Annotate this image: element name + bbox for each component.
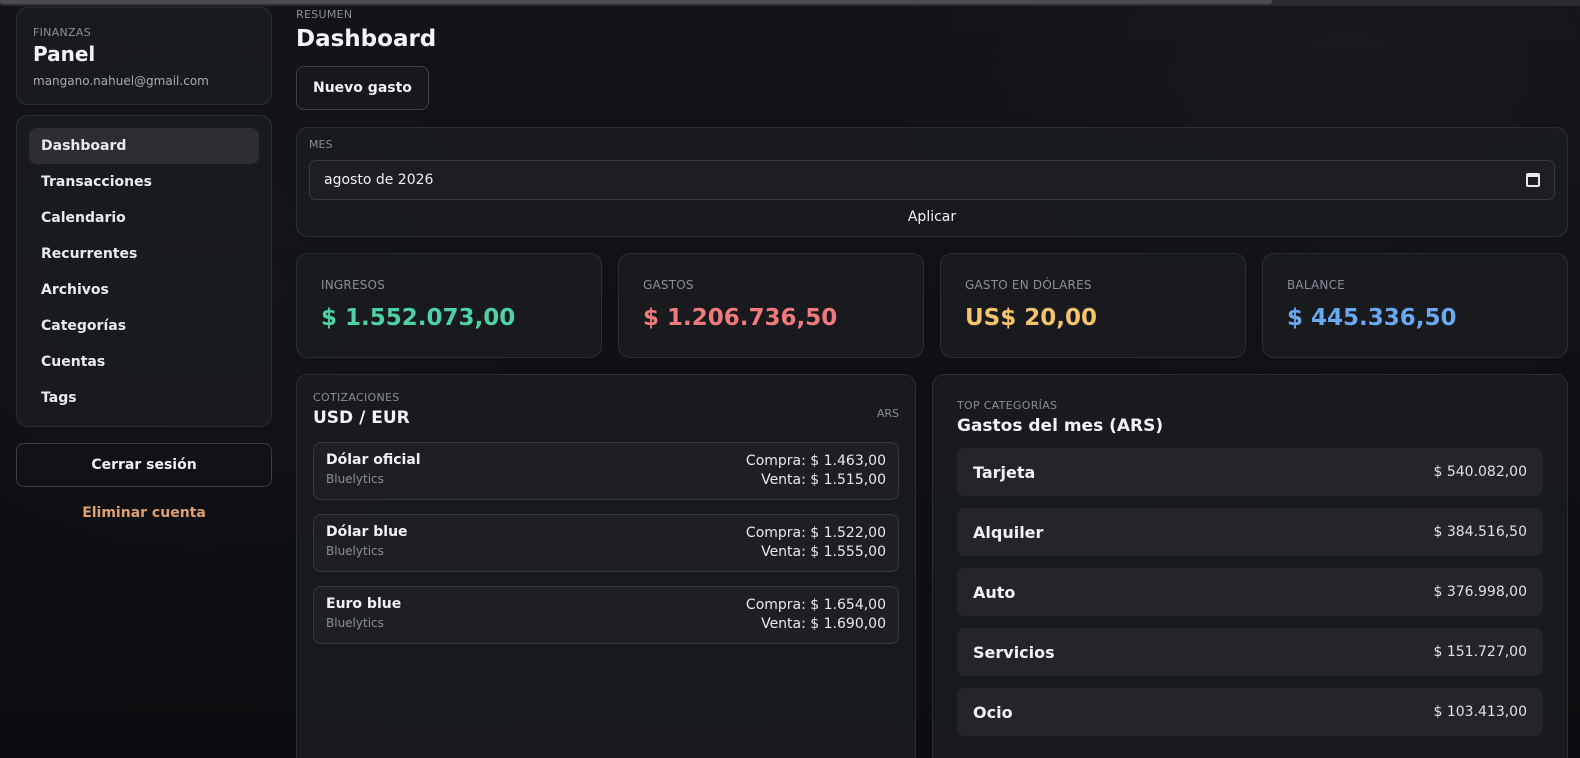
quote-sell: Venta: $ 1.555,00 [761,544,886,560]
stat-value: $ 1.206.736,50 [643,305,838,331]
stat-label: INGRESOS [321,278,386,292]
quote-buy: Compra: $ 1.463,00 [745,453,886,469]
new-expense-button[interactable]: Nuevo gasto [296,66,429,110]
sidebar-item-archivos[interactable]: Archivos [29,272,259,308]
category-amount: $ 540.082,00 [1433,464,1527,480]
brand-eyebrow: FINANZAS [33,26,91,39]
category-name: Servicios [973,642,1055,662]
quote-buy: Compra: $ 1.654,00 [745,597,886,613]
quote-source: Bluelytics [326,472,384,486]
bottom-row: COTIZACIONES USD / EUR ARS Dólar oficial… [296,374,1568,758]
month-value: agosto de 2026 [324,172,434,188]
quote-source: Bluelytics [326,616,384,630]
stat-gasto-dolares: GASTO EN DÓLARES US$ 20,00 [940,253,1246,358]
quotes-title: USD / EUR [313,408,410,428]
quote-row: Dólar oficial Bluelytics Compra: $ 1.463… [313,442,899,500]
category-row: Auto $ 376.998,00 [957,568,1543,616]
category-name: Alquiler [973,522,1044,542]
sidebar-item-categorias[interactable]: Categorías [29,308,259,344]
quote-name: Dólar oficial [326,452,421,468]
stat-label: GASTOS [643,278,694,292]
logout-button[interactable]: Cerrar sesión [16,443,272,487]
stat-label: GASTO EN DÓLARES [965,278,1092,292]
category-amount: $ 376.998,00 [1433,584,1527,600]
scrollbar-thumb[interactable] [0,0,1272,4]
category-name: Ocio [973,702,1013,722]
stat-label: BALANCE [1287,278,1345,292]
quote-source: Bluelytics [326,544,384,558]
category-row: Tarjeta $ 540.082,00 [957,448,1543,496]
stat-value: US$ 20,00 [965,305,1098,331]
quote-row: Euro blue Bluelytics Compra: $ 1.654,00 … [313,586,899,644]
delete-account-link[interactable]: Eliminar cuenta [16,505,272,521]
top-categories-panel: TOP CATEGORÍAS Gastos del mes (ARS) Tarj… [932,374,1568,758]
month-filter-card: MES agosto de 2026 Aplicar [296,127,1568,237]
stat-balance: BALANCE $ 445.336,50 [1262,253,1568,358]
stat-value: $ 445.336,50 [1287,305,1457,331]
quotes-panel: COTIZACIONES USD / EUR ARS Dólar oficial… [296,374,916,758]
quote-sell: Venta: $ 1.690,00 [761,616,886,632]
currency-tag: ARS [876,407,899,420]
stat-gastos: GASTOS $ 1.206.736,50 [618,253,924,358]
sidebar-item-dashboard[interactable]: Dashboard [29,128,259,164]
sidebar-item-calendario[interactable]: Calendario [29,200,259,236]
calendar-icon[interactable] [1526,173,1540,187]
brand-title: Panel [33,42,96,66]
quote-name: Dólar blue [326,524,408,540]
top-scrollbar[interactable] [0,0,1580,6]
month-input[interactable]: agosto de 2026 [309,160,1555,200]
category-amount: $ 384.516,50 [1433,524,1527,540]
quote-sell: Venta: $ 1.515,00 [761,472,886,488]
categories-eyebrow: TOP CATEGORÍAS [957,399,1058,412]
quote-row: Dólar blue Bluelytics Compra: $ 1.522,00… [313,514,899,572]
apply-button[interactable]: Aplicar [309,209,1555,225]
category-row: Alquiler $ 384.516,50 [957,508,1543,556]
brand-card: FINANZAS Panel mangano.nahuel@gmail.com [16,7,272,105]
user-email: mangano.nahuel@gmail.com [33,74,209,88]
quotes-eyebrow: COTIZACIONES [313,391,400,404]
category-name: Tarjeta [973,462,1036,482]
page-title: Dashboard [296,26,437,52]
main-content: RESUMEN Dashboard Nuevo gasto MES agosto… [296,8,1568,758]
category-amount: $ 103.413,00 [1433,704,1527,720]
sidebar-item-tags[interactable]: Tags [29,380,259,416]
quote-name: Euro blue [326,596,402,612]
category-row: Ocio $ 103.413,00 [957,688,1543,736]
page-eyebrow: RESUMEN [296,8,353,21]
sidebar-item-transacciones[interactable]: Transacciones [29,164,259,200]
category-amount: $ 151.727,00 [1433,644,1527,660]
month-label: MES [309,138,333,151]
stat-ingresos: INGRESOS $ 1.552.073,00 [296,253,602,358]
stat-value: $ 1.552.073,00 [321,305,516,331]
category-row: Servicios $ 151.727,00 [957,628,1543,676]
quote-buy: Compra: $ 1.522,00 [745,525,886,541]
sidebar-item-recurrentes[interactable]: Recurrentes [29,236,259,272]
stats-row: INGRESOS $ 1.552.073,00 GASTOS $ 1.206.7… [296,253,1568,358]
sidebar-nav: Dashboard Transacciones Calendario Recur… [16,115,272,427]
sidebar-item-cuentas[interactable]: Cuentas [29,344,259,380]
sidebar: FINANZAS Panel mangano.nahuel@gmail.com … [16,7,272,521]
categories-title: Gastos del mes (ARS) [957,416,1164,436]
category-name: Auto [973,582,1016,602]
